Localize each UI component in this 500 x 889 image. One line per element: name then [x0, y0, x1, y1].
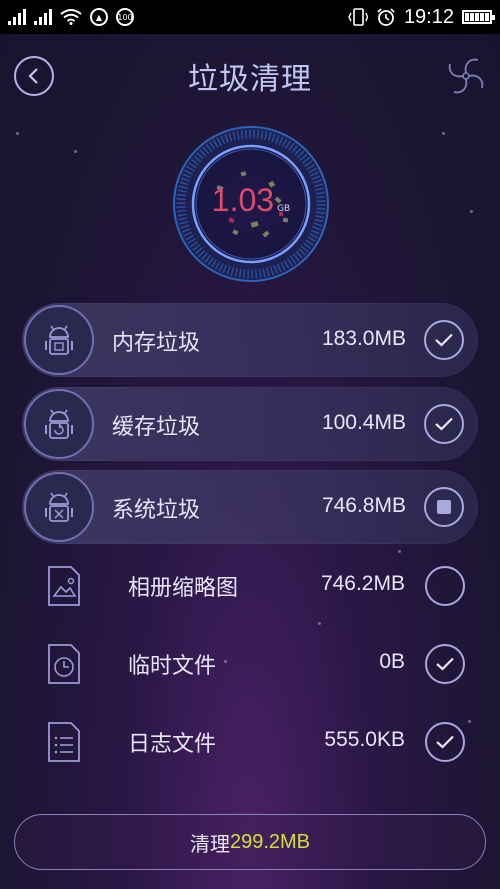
- gauge-unit: GB: [277, 204, 291, 214]
- fan-icon: [448, 58, 484, 94]
- background-star: [74, 150, 77, 153]
- status-right: 19:12: [348, 5, 495, 29]
- background-star: [224, 660, 227, 663]
- sub-item-checkbox[interactable]: [425, 566, 465, 606]
- sub-item-checkbox[interactable]: [425, 644, 465, 684]
- signal-icon: [8, 9, 26, 25]
- image-file-icon: [48, 566, 80, 606]
- check-icon: [436, 657, 454, 671]
- category-label: 系统垃圾: [112, 498, 201, 523]
- list-file-icon: [48, 722, 80, 762]
- sub-item-size: 555.0KB: [324, 728, 405, 751]
- sub-item-thumbnails[interactable]: 相册缩略图 746.2MB: [0, 556, 500, 616]
- category-size: 100.4MB: [321, 411, 406, 434]
- status-left: ▲ 100: [8, 8, 134, 26]
- wifi-icon: [60, 9, 82, 25]
- background-star: [16, 132, 19, 135]
- junk-gauge: 1.03 GB: [171, 124, 331, 284]
- background-star: [470, 210, 473, 213]
- app-notification-icon: ▲: [90, 8, 108, 26]
- gauge-value: 1.03 GB: [171, 182, 331, 219]
- android-x-icon: [24, 472, 94, 542]
- partial-check-icon: [437, 500, 451, 514]
- category-row-cache[interactable]: 缓存垃圾 100.4MB: [22, 387, 478, 461]
- check-icon: [435, 417, 453, 431]
- sub-item-log-files[interactable]: 日志文件 555.0KB: [0, 712, 500, 772]
- badge-icon: 100: [116, 8, 134, 26]
- android-refresh-icon: [24, 389, 94, 459]
- category-row-system[interactable]: 系统垃圾 746.8MB: [22, 470, 478, 544]
- sub-item-checkbox[interactable]: [425, 722, 465, 762]
- check-icon: [435, 333, 453, 347]
- sub-item-size: 746.2MB: [320, 572, 405, 595]
- check-icon: [436, 735, 454, 749]
- alarm-icon: [377, 8, 395, 26]
- sub-item-label: 日志文件: [128, 732, 217, 757]
- clock-file-icon: [48, 644, 80, 684]
- clean-button-amount: 299.2MB: [229, 830, 311, 853]
- sub-item-size: 0B: [379, 650, 405, 673]
- page-title: 垃圾清理: [188, 62, 312, 97]
- status-bar: ▲ 100 19:12: [0, 0, 500, 34]
- vibrate-icon: [348, 8, 368, 26]
- background-star: [318, 622, 321, 625]
- category-checkbox-partial[interactable]: [424, 487, 464, 527]
- sub-item-temp-files[interactable]: 临时文件 0B: [0, 634, 500, 694]
- clock: 19:12: [403, 5, 454, 28]
- category-checkbox[interactable]: [424, 320, 464, 360]
- category-size: 183.0MB: [321, 327, 406, 350]
- sub-item-label: 临时文件: [128, 654, 217, 679]
- clean-button[interactable]: 清理 299.2MB: [14, 814, 486, 870]
- header: 垃圾清理: [0, 34, 500, 114]
- fan-button[interactable]: [444, 54, 488, 98]
- battery-icon: [462, 10, 495, 24]
- signal-2-icon: [34, 9, 52, 25]
- sub-item-label: 相册缩略图: [128, 576, 239, 601]
- category-label: 缓存垃圾: [112, 415, 201, 440]
- background-star: [398, 550, 401, 553]
- background-star: [442, 132, 445, 135]
- android-chip-icon: [24, 305, 94, 375]
- category-size: 746.8MB: [321, 494, 406, 517]
- category-label: 内存垃圾: [112, 331, 201, 356]
- category-checkbox[interactable]: [424, 404, 464, 444]
- gauge-number: 1.03: [211, 182, 275, 218]
- category-row-memory[interactable]: 内存垃圾 183.0MB: [22, 303, 478, 377]
- background-star: [468, 720, 471, 723]
- clean-button-label: 清理: [189, 831, 230, 856]
